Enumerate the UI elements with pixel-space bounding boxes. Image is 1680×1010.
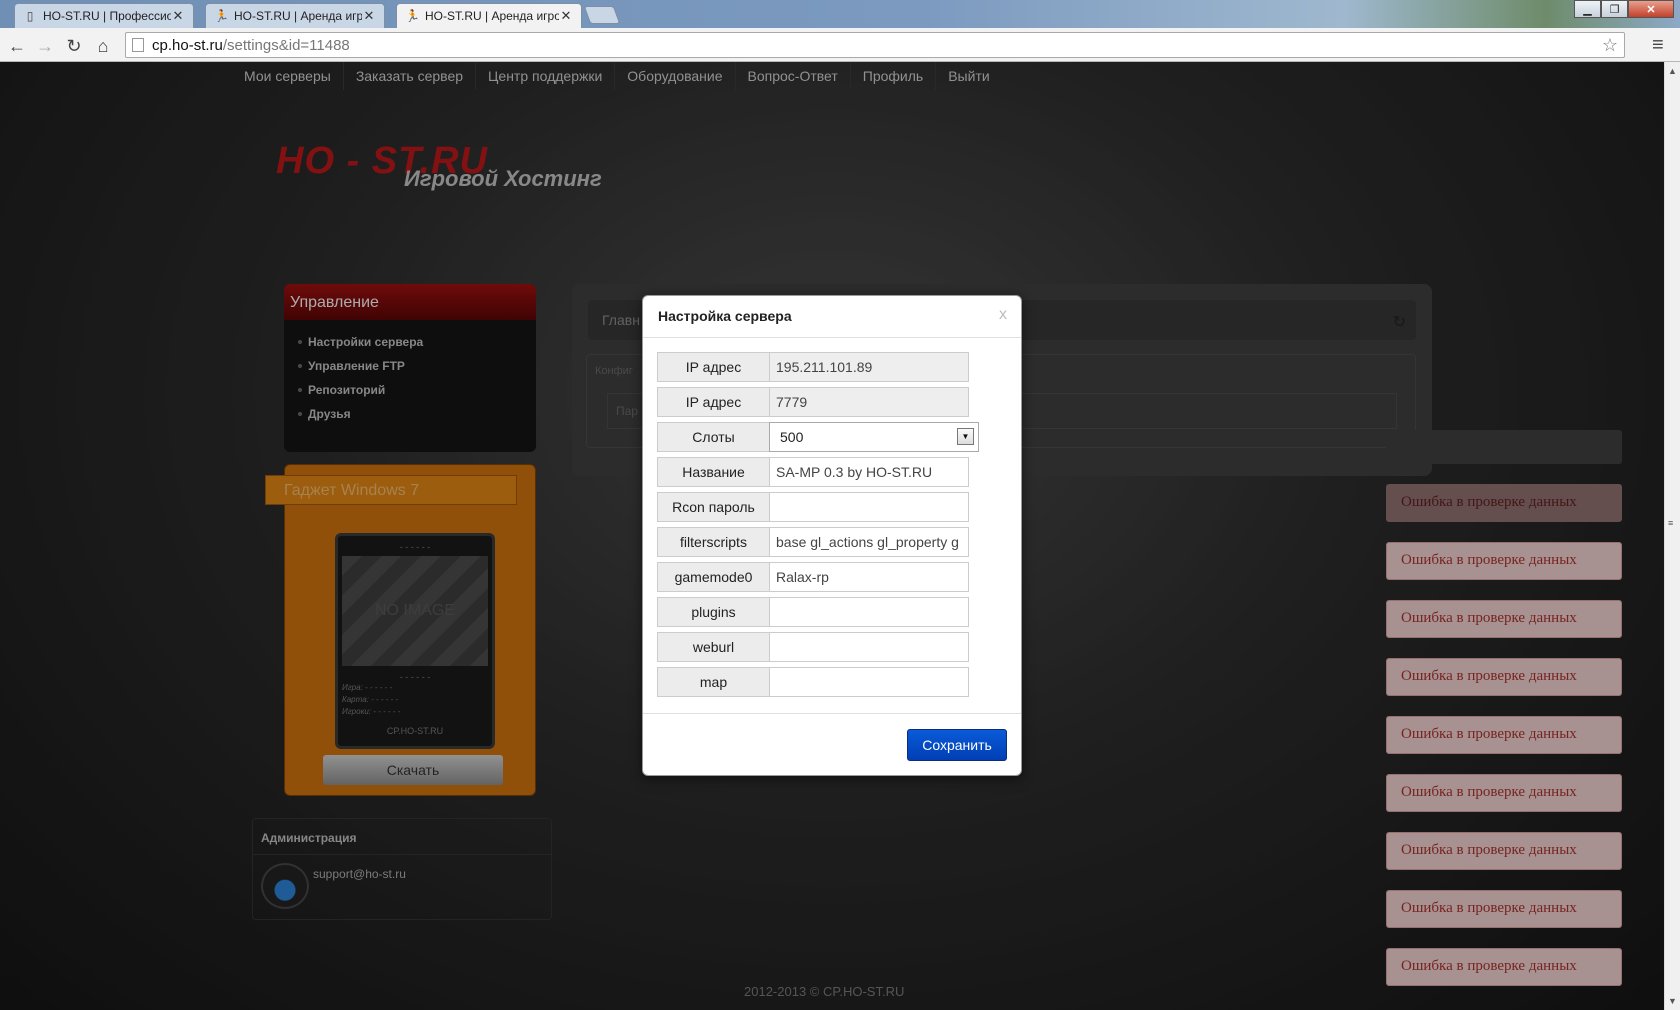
page-scrollbar[interactable]: ▲ ≡ ▼ [1664,62,1680,1010]
field-row-port: IP адрес 7779 [657,387,1007,417]
tab-close-icon[interactable]: ✕ [559,8,573,24]
field-label: IP адрес [657,387,769,417]
field-label: Rcon пароль [657,492,769,522]
tab-close-icon[interactable]: ✕ [171,8,185,24]
server-settings-modal: Настройка сервера x IP адрес 195.211.101… [642,295,1022,776]
field-row-plugins: plugins [657,597,1007,627]
gamemode0-field[interactable]: Ralax-rp [769,562,969,592]
field-label: IP адрес [657,352,769,382]
reload-icon[interactable]: ↻ [63,35,85,57]
home-icon[interactable]: ⌂ [92,35,114,57]
slots-select[interactable]: 500 ▼ [769,422,979,452]
tab-title: HO-ST.RU | Аренда игров [425,9,559,23]
browser-tab-3-active[interactable]: 🏃 HO-ST.RU | Аренда игров ✕ [396,3,582,28]
field-row-filterscripts: filterscripts base gl_actions gl_propert… [657,527,1007,557]
page-icon [132,38,144,52]
runner-icon: 🏃 [214,9,229,23]
browser-tab-1[interactable]: ▯ HO-ST.RU | Профессион ✕ [14,3,194,28]
document-icon: ▯ [26,9,34,23]
minimize-icon[interactable]: ▁ [1574,0,1601,18]
name-field[interactable]: SA-MP 0.3 by HO-ST.RU [769,457,969,487]
field-label: plugins [657,597,769,627]
scroll-up-icon[interactable]: ▲ [1668,66,1677,76]
field-row-gamemode0: gamemode0 Ralax-rp [657,562,1007,592]
field-row-name: Название SA-MP 0.3 by HO-ST.RU [657,457,1007,487]
address-bar[interactable]: cp.ho-st.ru/settings&id=11488 ☆ [125,32,1625,58]
field-row-weburl: weburl [657,632,1007,662]
tab-close-icon[interactable]: ✕ [362,8,376,24]
back-icon[interactable]: ← [6,35,28,57]
weburl-field[interactable] [769,632,969,662]
field-label: Слоты [657,422,769,452]
field-label: gamemode0 [657,562,769,592]
url-host: cp.ho-st.ru [152,36,223,54]
field-label: filterscripts [657,527,769,557]
modal-title: Настройка сервера [643,296,1021,338]
plugins-field[interactable] [769,597,969,627]
field-row-ip: IP адрес 195.211.101.89 [657,352,1007,382]
field-row-rcon: Rcon пароль [657,492,1007,522]
field-row-map: map [657,667,1007,697]
field-row-slots: Слоты 500 ▼ [657,422,1007,452]
chevron-down-icon[interactable]: ▼ [957,428,974,445]
forward-icon[interactable]: → [34,35,56,57]
runner-icon: 🏃 [405,9,420,23]
new-tab-button[interactable] [583,6,621,24]
field-label: Название [657,457,769,487]
browser-toolbar: ← → ↻ ⌂ cp.ho-st.ru/settings&id=11488 ☆ … [0,28,1680,62]
modal-body: IP адрес 195.211.101.89 IP адрес 7779 Сл… [643,338,1021,714]
port-field[interactable]: 7779 [769,387,969,417]
url-path: /settings&id=11488 [222,36,350,54]
rcon-password-field[interactable] [769,492,969,522]
map-field[interactable] [769,667,969,697]
field-label: weburl [657,632,769,662]
window-controls: ▁ ❐ ✕ [1574,0,1674,18]
ip-field[interactable]: 195.211.101.89 [769,352,969,382]
slots-value: 500 [780,429,804,445]
modal-footer: Сохранить [643,714,1021,776]
restore-icon[interactable]: ❐ [1601,0,1628,18]
field-label: map [657,667,769,697]
tab-title: HO-ST.RU | Профессион [43,9,171,23]
bookmark-star-icon[interactable]: ☆ [1602,35,1618,56]
save-button[interactable]: Сохранить [907,729,1007,761]
window-close-icon[interactable]: ✕ [1628,0,1674,18]
browser-tab-2[interactable]: 🏃 HO-ST.RU | Аренда игров ✕ [205,3,385,28]
scroll-grip-icon[interactable]: ≡ [1668,518,1673,528]
browser-tabstrip: ▯ HO-ST.RU | Профессион ✕ 🏃 HO-ST.RU | А… [0,0,1680,28]
scroll-down-icon[interactable]: ▼ [1668,996,1677,1006]
browser-menu-icon[interactable]: ≡ [1652,34,1664,57]
close-icon[interactable]: x [999,306,1007,324]
filterscripts-field[interactable]: base gl_actions gl_property g [769,527,969,557]
tab-title: HO-ST.RU | Аренда игров [234,9,362,23]
